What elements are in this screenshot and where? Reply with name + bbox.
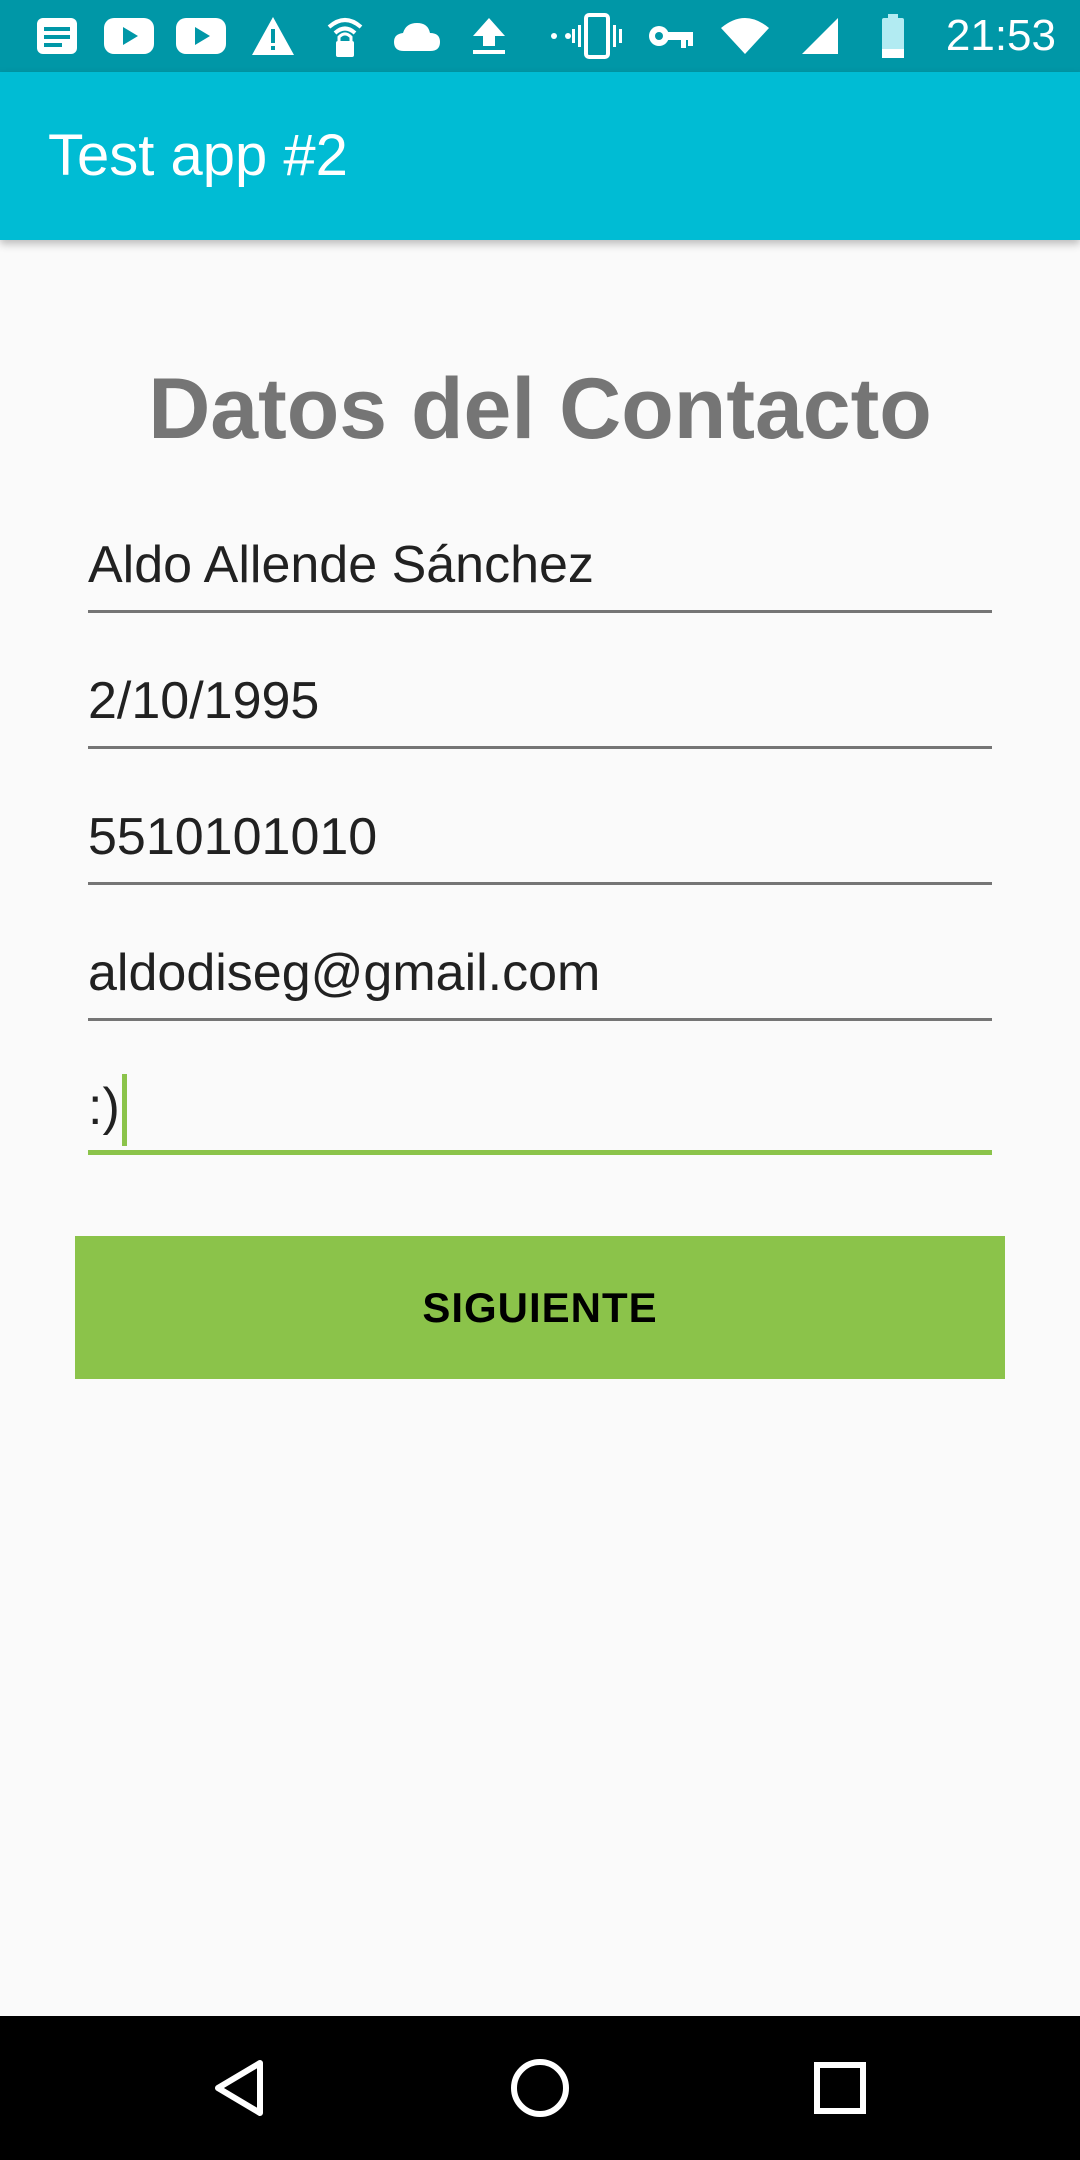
full-name-field[interactable]: Aldo Allende Sánchez: [88, 520, 992, 613]
text-cursor: [121, 1074, 127, 1147]
news-icon: [30, 9, 84, 63]
system-icons: 21:53: [570, 0, 1056, 72]
youtube-icon: [174, 9, 228, 63]
notification-icons: [30, 0, 588, 72]
status-clock: 21:53: [945, 11, 1056, 60]
form-heading: Datos del Contacto: [148, 361, 932, 457]
app-title: Test app #2: [48, 123, 348, 188]
birth-date-field[interactable]: 2/10/1995: [88, 656, 992, 749]
vpn-key-icon: [644, 9, 698, 63]
home-icon[interactable]: [504, 2052, 576, 2124]
description-field[interactable]: :): [88, 1062, 992, 1155]
signal-icon: [792, 9, 846, 63]
back-icon[interactable]: [204, 2052, 276, 2124]
phone-field[interactable]: 5510101010: [88, 792, 992, 885]
youtube-icon: [102, 9, 156, 63]
app-bar: Test app #2: [0, 72, 1080, 240]
next-button[interactable]: SIGUIENTE: [75, 1236, 1005, 1379]
upload-icon: [462, 9, 516, 63]
wifi-icon: [718, 9, 772, 63]
battery-icon: [866, 9, 920, 63]
email-field[interactable]: aldodiseg@gmail.com: [88, 928, 992, 1021]
warning-icon: [246, 9, 300, 63]
status-bar: 21:53: [0, 0, 1080, 72]
cloud-icon: [390, 9, 444, 63]
recents-icon[interactable]: [804, 2052, 876, 2124]
description-field-value: :): [88, 1078, 120, 1136]
vibrate-icon: [570, 9, 624, 63]
navigation-bar: [0, 2016, 1080, 2160]
wifi-lock-icon: [318, 9, 372, 63]
